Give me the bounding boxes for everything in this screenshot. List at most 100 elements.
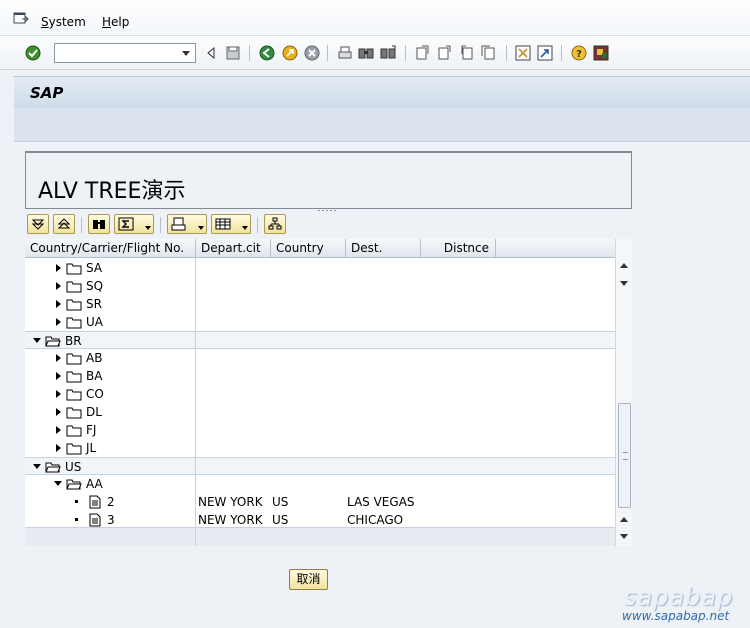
chevron-down-icon[interactable]	[179, 47, 193, 59]
menu-help[interactable]: Help	[102, 15, 129, 29]
dest-cell: LAS VEGAS	[347, 495, 415, 509]
create-session-icon[interactable]	[514, 44, 532, 62]
tree-node-label: BA	[86, 369, 103, 383]
document-icon	[89, 495, 101, 509]
find-icon[interactable]	[357, 44, 375, 62]
tree-node-label: SQ	[86, 279, 104, 293]
total-button[interactable]	[114, 214, 154, 234]
watermark-brand: sapabap	[624, 583, 734, 611]
folder-icon	[66, 389, 82, 401]
cancel-button[interactable]: 取消	[289, 569, 328, 590]
folder-icon	[66, 371, 82, 383]
folder-icon	[66, 263, 82, 275]
tree-node-row[interactable]: SQ	[25, 277, 615, 295]
column-header-country[interactable]: Country	[271, 239, 346, 258]
expand-all-button[interactable]	[27, 214, 49, 234]
first-page-icon[interactable]	[414, 44, 432, 62]
collapsed-triangle-icon[interactable]	[54, 282, 62, 290]
standard-toolbar: ?	[0, 36, 750, 70]
menu-help-label: Help	[102, 15, 130, 29]
application-toolbar	[14, 108, 750, 142]
column-header-depart-city[interactable]: Depart.cit	[196, 239, 271, 258]
shortcut-icon[interactable]	[536, 44, 554, 62]
hierarchy-button[interactable]	[264, 214, 286, 234]
collapsed-triangle-icon[interactable]	[54, 300, 62, 308]
menu-bar: System Help	[0, 0, 750, 36]
print-icon	[171, 217, 186, 231]
expanded-triangle-icon[interactable]	[33, 463, 41, 471]
open-folder-icon	[45, 462, 61, 473]
expanded-triangle-icon[interactable]	[54, 480, 62, 488]
collapsed-triangle-icon[interactable]	[54, 354, 62, 362]
collapse-arrow-icon[interactable]	[203, 44, 221, 62]
tree-node-row[interactable]: BA	[25, 367, 615, 385]
print-icon[interactable]	[336, 44, 354, 62]
collapsed-triangle-icon[interactable]	[54, 318, 62, 326]
collapsed-triangle-icon[interactable]	[54, 372, 62, 380]
next-page-icon[interactable]	[458, 44, 476, 62]
tree-node-row[interactable]: DL	[25, 403, 615, 421]
chevron-down-icon	[242, 226, 248, 230]
last-page-icon[interactable]	[480, 44, 498, 62]
tree-leaf-row[interactable]: 2 NEW YORK US LAS VEGAS	[25, 493, 615, 511]
tree-node-label: JL	[86, 441, 97, 455]
tree-node-row[interactable]: CO	[25, 385, 615, 403]
expanded-triangle-icon[interactable]	[33, 337, 41, 345]
collapsed-triangle-icon[interactable]	[54, 408, 62, 416]
tree-node-label: AA	[86, 477, 103, 491]
save-icon[interactable]	[224, 44, 242, 62]
customize-layout-icon[interactable]	[592, 44, 610, 62]
scroll-up-icon[interactable]	[620, 263, 628, 268]
menu-system-label: System	[41, 15, 86, 29]
tree-node-row[interactable]: SA	[25, 259, 615, 277]
find-next-icon[interactable]	[379, 44, 397, 62]
expand-all-icon	[31, 219, 45, 230]
menu-system[interactable]: System	[41, 15, 86, 29]
enter-check-icon[interactable]	[24, 44, 42, 62]
collapsed-triangle-icon[interactable]	[54, 264, 62, 272]
menu-window-icon[interactable]	[13, 12, 29, 26]
tree-node-row[interactable]: JL	[25, 439, 615, 457]
vertical-scrollbar[interactable]	[615, 239, 632, 546]
splitter-handle[interactable]	[318, 209, 338, 212]
column-header-tree[interactable]: Country/Carrier/Flight No.	[25, 239, 196, 258]
tree-node-row[interactable]: AB	[25, 349, 615, 367]
tree-node-row[interactable]: FJ	[25, 421, 615, 439]
previous-page-icon[interactable]	[436, 44, 454, 62]
tree-node-label: BR	[65, 334, 82, 348]
folder-icon	[66, 299, 82, 311]
collapsed-triangle-icon[interactable]	[54, 390, 62, 398]
scroll-down-icon[interactable]	[620, 534, 628, 539]
cancel-icon[interactable]	[303, 44, 321, 62]
column-header-distance[interactable]: Distnce	[421, 239, 496, 258]
collapse-all-button[interactable]	[53, 214, 75, 234]
print-button[interactable]	[167, 214, 207, 234]
back-icon[interactable]	[258, 44, 276, 62]
grid-header: Country/Carrier/Flight No. Depart.cit Co…	[25, 239, 615, 258]
tree-node-row[interactable]: AA	[25, 475, 615, 493]
scroll-up-icon[interactable]	[620, 517, 628, 522]
tree-node-label: DL	[86, 405, 102, 419]
find-button[interactable]	[88, 214, 110, 234]
country-cell: US	[272, 495, 289, 509]
layout-button[interactable]	[211, 214, 251, 234]
document-icon	[89, 513, 101, 527]
folder-icon	[66, 443, 82, 455]
svg-text:?: ?	[576, 49, 582, 60]
tree-node-label: US	[65, 460, 82, 474]
exit-icon[interactable]	[281, 44, 299, 62]
tree-node-row[interactable]: UA	[25, 313, 615, 331]
column-header-dest[interactable]: Dest.	[346, 239, 421, 258]
window-title: SAP	[30, 84, 64, 102]
tree-node-row[interactable]: BR	[25, 331, 615, 350]
tree-node-row[interactable]: US	[25, 457, 615, 476]
collapsed-triangle-icon[interactable]	[54, 426, 62, 434]
folder-icon	[66, 353, 82, 365]
chevron-down-icon	[145, 226, 151, 230]
help-icon[interactable]: ?	[570, 44, 588, 62]
scroll-down-icon[interactable]	[620, 281, 628, 286]
scroll-thumb[interactable]	[618, 403, 631, 508]
tree-node-row[interactable]: SR	[25, 295, 615, 313]
command-field[interactable]	[54, 43, 196, 63]
collapsed-triangle-icon[interactable]	[54, 444, 62, 452]
